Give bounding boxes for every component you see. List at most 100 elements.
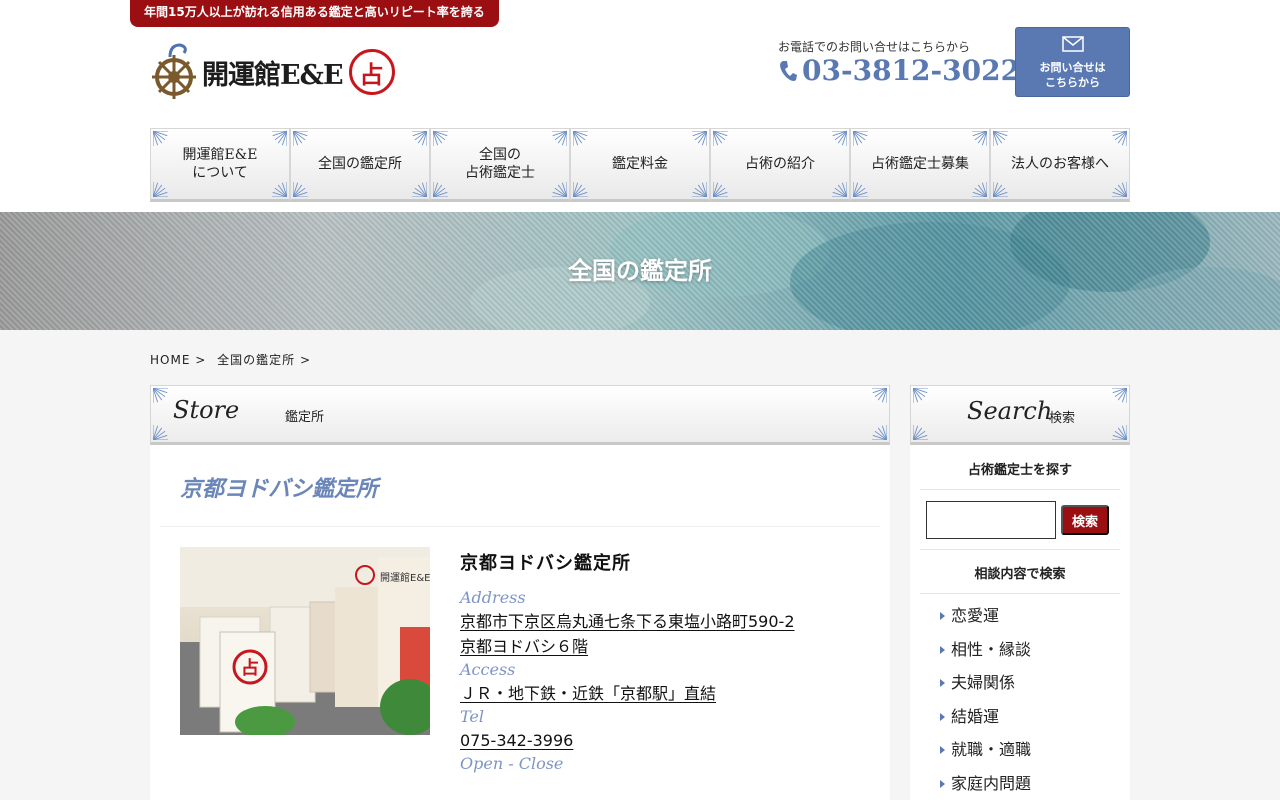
ship-wheel-icon: [152, 43, 196, 99]
nav-label: 全国の鑑定所: [318, 156, 402, 172]
corner-fan-ornament: [993, 182, 1008, 197]
corner-fan-ornament: [872, 425, 887, 440]
logo-text: 開運館E&E: [202, 59, 344, 91]
corner-fan-ornament: [1112, 131, 1127, 146]
corner-fan-ornament: [153, 425, 168, 440]
breadcrumb-home[interactable]: HOME: [150, 353, 190, 367]
photo-sign-text: 開運館E&E: [380, 571, 430, 584]
triangle-right-icon: [940, 779, 945, 788]
category-label: 相性・縁談: [951, 639, 1032, 659]
store-info: 京都ヨドバシ鑑定所 Address 京都市下京区烏丸通七条下る東塩小路町590-…: [460, 549, 880, 775]
contact-label-line2: こちらから: [1045, 76, 1100, 89]
category-item[interactable]: 家庭内問題: [940, 771, 1031, 800]
breadcrumb-separator: >: [195, 353, 207, 367]
corner-fan-ornament: [433, 131, 448, 146]
nav-label: 開運館E&E について: [182, 147, 258, 181]
divider: [920, 549, 1120, 550]
corner-fan-ornament: [272, 182, 287, 197]
corner-fan-ornament: [832, 131, 847, 146]
page-title: 全国の鑑定所: [568, 257, 712, 285]
site-header: 年間15万人以上が訪れる信用ある鑑定と高いリピート率を誇る 開運館E&E 占 お…: [0, 0, 1280, 212]
category-item[interactable]: 夫婦関係: [940, 670, 1031, 704]
sidebar-header: Search 検索: [910, 385, 1130, 445]
corner-fan-ornament: [1112, 388, 1127, 403]
corner-fan-ornament: [573, 131, 588, 146]
corner-fan-ornament: [433, 182, 448, 197]
sidebar-heading-ja: 検索: [1049, 411, 1076, 426]
nav-label: 占術鑑定士募集: [871, 156, 969, 172]
store-name: 京都ヨドバシ鑑定所: [460, 553, 631, 574]
site-logo[interactable]: 開運館E&E 占: [150, 42, 395, 102]
breadcrumb-current[interactable]: 全国の鑑定所: [217, 353, 295, 367]
triangle-right-icon: [940, 712, 945, 721]
nav-pricing[interactable]: 鑑定料金: [570, 128, 710, 202]
address-link-line2[interactable]: 京都ヨドバシ６階: [460, 634, 880, 659]
triangle-right-icon: [940, 746, 945, 755]
category-item[interactable]: 就職・適職: [940, 737, 1031, 771]
global-nav: 開運館E&E について 全国の鑑定所 全国の 占術鑑定士 鑑定料金 占術の紹介 …: [150, 128, 1130, 202]
category-item[interactable]: 相性・縁談: [940, 637, 1031, 671]
corner-fan-ornament: [552, 182, 567, 197]
corner-fan-ornament: [713, 131, 728, 146]
corner-fan-ornament: [872, 388, 887, 403]
corner-fan-ornament: [972, 131, 987, 146]
breadcrumb: HOME > 全国の鑑定所 >: [150, 351, 317, 368]
nav-corporate[interactable]: 法人のお客様へ: [990, 128, 1130, 202]
breadcrumb-separator: >: [299, 353, 312, 367]
nav-label: 占術の紹介: [745, 156, 815, 172]
nav-divination-intro[interactable]: 占術の紹介: [710, 128, 850, 202]
nav-label: 全国の 占術鑑定士: [465, 147, 535, 181]
triangle-right-icon: [940, 679, 945, 688]
sidebar-heading-en: Search: [967, 397, 1053, 425]
logo-seal: 占: [348, 49, 395, 95]
corner-fan-ornament: [412, 182, 427, 197]
address-label: Address: [460, 588, 526, 607]
store-photo: 占 開運館E&E: [180, 547, 430, 735]
corner-fan-ornament: [913, 425, 928, 440]
nav-label: 法人のお客様へ: [1011, 156, 1109, 172]
photo-seal-text: 占: [241, 657, 259, 679]
search-input[interactable]: [926, 501, 1056, 539]
corner-fan-ornament: [692, 131, 707, 146]
corner-fan-ornament: [853, 131, 868, 146]
corner-fan-ornament: [153, 131, 168, 146]
nav-about[interactable]: 開運館E&E について: [150, 128, 290, 202]
tel-link[interactable]: 075-342-3996: [460, 728, 880, 753]
corner-fan-ornament: [993, 131, 1008, 146]
section-heading-ja: 鑑定所: [285, 410, 325, 425]
header-tagline: 年間15万人以上が訪れる信用ある鑑定と高いリピート率を誇る: [130, 0, 499, 27]
corner-fan-ornament: [972, 182, 987, 197]
nav-stores[interactable]: 全国の鑑定所: [290, 128, 430, 202]
store-title: 京都ヨドバシ鑑定所: [180, 476, 379, 502]
consult-search-title: 相談内容で検索: [974, 567, 1066, 582]
corner-fan-ornament: [573, 182, 588, 197]
category-item[interactable]: 恋愛運: [940, 603, 1031, 637]
nav-recruitment[interactable]: 占術鑑定士募集: [850, 128, 990, 202]
page-hero-banner: 全国の鑑定所: [0, 212, 1280, 330]
corner-fan-ornament: [1112, 182, 1127, 197]
phone-number-link[interactable]: 03-3812-3022: [778, 54, 1020, 87]
corner-fan-ornament: [552, 131, 567, 146]
corner-fan-ornament: [412, 131, 427, 146]
nav-fortune-tellers[interactable]: 全国の 占術鑑定士: [430, 128, 570, 202]
triangle-right-icon: [940, 612, 945, 620]
corner-fan-ornament: [1112, 425, 1127, 440]
category-item[interactable]: 結婚運: [940, 704, 1031, 738]
phone-caption: お電話でのお問い合せはこちらから: [778, 40, 971, 54]
corner-fan-ornament: [153, 388, 168, 403]
category-label: 恋愛運: [951, 606, 1000, 625]
category-label: 就職・適職: [951, 740, 1032, 760]
tel-label: Tel: [460, 707, 485, 726]
phone-icon: [780, 60, 797, 81]
store-photo-illustration: 占 開運館E&E: [180, 547, 430, 735]
find-fortune-teller-title: 占術鑑定士を探す: [967, 463, 1072, 478]
triangle-right-icon: [940, 645, 945, 654]
store-section-header: Store 鑑定所: [150, 385, 890, 445]
section-heading-en: Store: [173, 396, 240, 424]
access-link[interactable]: ＪＲ・地下鉄・近鉄「京都駅」直結: [460, 681, 880, 706]
contact-button[interactable]: お問い合せは こちらから: [1015, 27, 1130, 97]
divider: [160, 526, 880, 527]
corner-fan-ornament: [832, 182, 847, 197]
address-link-line1[interactable]: 京都市下京区烏丸通七条下る東塩小路町590-2: [460, 609, 880, 634]
search-button[interactable]: 検索: [1061, 505, 1109, 535]
